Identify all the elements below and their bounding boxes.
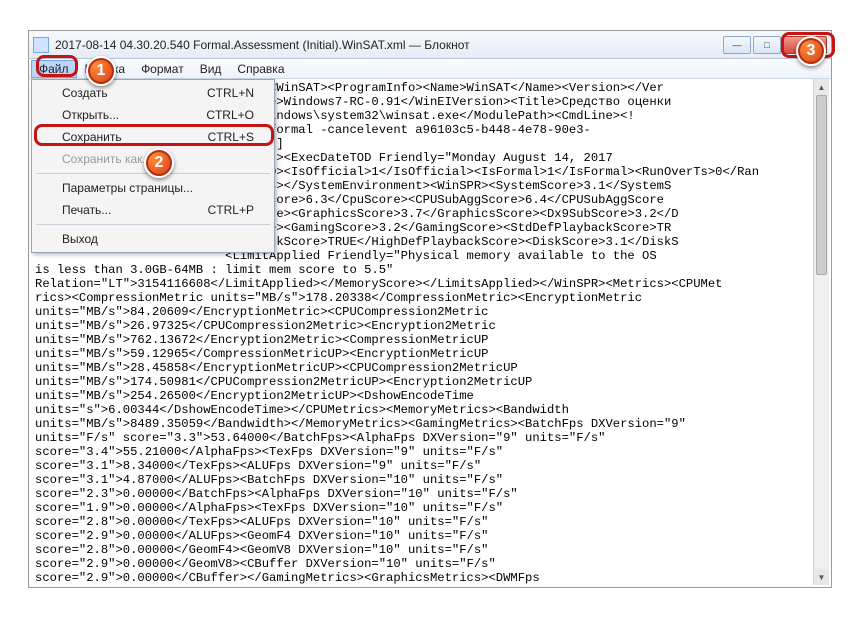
menu-item-label: Выход — [62, 232, 98, 246]
menu-separator — [36, 224, 270, 225]
scroll-down-icon[interactable]: ▼ — [814, 569, 829, 585]
annotation-badge-3: 3 — [796, 36, 826, 66]
minimize-button[interactable]: — — [723, 36, 751, 54]
menu-file[interactable]: Файл — [31, 60, 77, 78]
menubar: Файл Правка Формат Вид Справка — [29, 59, 831, 79]
menu-format[interactable]: Формат — [133, 60, 192, 78]
menu-item-shortcut: CTRL+N — [207, 86, 254, 100]
titlebar[interactable]: 2017-08-14 04.30.20.540 Formal.Assessmen… — [29, 31, 831, 59]
menu-item-label: Параметры страницы... — [62, 181, 193, 195]
menu-item-shortcut: CTRL+S — [208, 130, 254, 144]
menu-view[interactable]: Вид — [192, 60, 230, 78]
app-icon — [33, 37, 49, 53]
maximize-button[interactable]: □ — [753, 36, 781, 54]
menu-item-shortcut: CTRL+O — [206, 108, 254, 122]
menu-item-print[interactable]: Печать... CTRL+P — [34, 199, 272, 221]
menu-item-label: Открыть... — [62, 108, 119, 122]
menu-item-new[interactable]: Создать CTRL+N — [34, 82, 272, 104]
annotation-badge-1: 1 — [86, 56, 116, 86]
menu-item-pagesetup[interactable]: Параметры страницы... — [34, 177, 272, 199]
menu-item-open[interactable]: Открыть... CTRL+O — [34, 104, 272, 126]
window-title: 2017-08-14 04.30.20.540 Formal.Assessmen… — [55, 38, 723, 52]
vertical-scrollbar[interactable]: ▲ ▼ — [813, 79, 829, 585]
menu-item-shortcut: CTRL+P — [208, 203, 254, 217]
menu-item-label: Создать — [62, 86, 108, 100]
menu-help[interactable]: Справка — [229, 60, 292, 78]
menu-item-exit[interactable]: Выход — [34, 228, 272, 250]
annotation-badge-2: 2 — [144, 148, 174, 178]
menu-item-save[interactable]: Сохранить CTRL+S — [34, 126, 272, 148]
menu-item-label: Сохранить как... — [62, 152, 152, 166]
notepad-window: 2017-08-14 04.30.20.540 Formal.Assessmen… — [28, 30, 832, 588]
menu-item-label: Сохранить — [62, 130, 122, 144]
menu-item-label: Печать... — [62, 203, 111, 217]
scroll-thumb[interactable] — [816, 95, 827, 275]
scroll-up-icon[interactable]: ▲ — [814, 79, 829, 95]
